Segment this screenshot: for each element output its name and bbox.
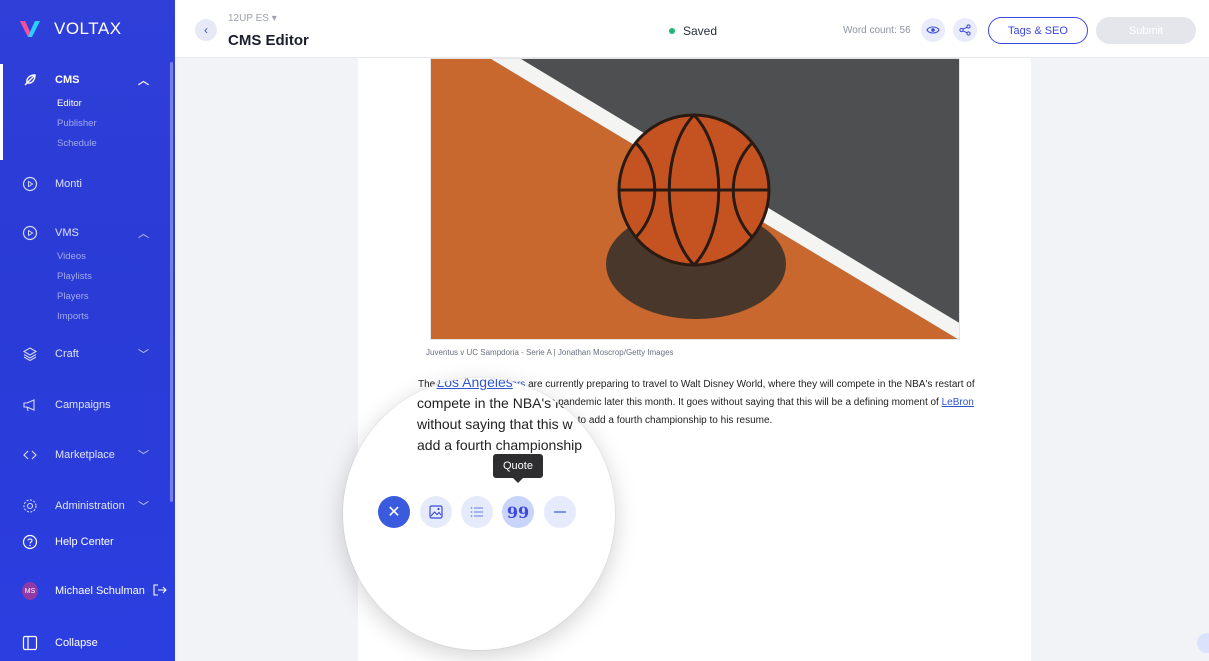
avatar-initials: MS — [22, 582, 38, 600]
image-caption[interactable]: Juventus v UC Sampdoria - Serie A | Jona… — [426, 348, 674, 357]
link-los-angeles-lakers[interactable]: Los Angeles — [436, 378, 512, 390]
sidebar-collapse-icon — [22, 635, 38, 651]
magnified-text: add a fourth championship — [417, 437, 582, 453]
sidebar-subitem-players[interactable]: Players — [0, 287, 168, 307]
site-name: 12UP ES — [228, 13, 269, 24]
sidebar-item-campaigns[interactable]: Campaigns — [0, 391, 168, 419]
list-icon — [470, 507, 483, 517]
status-dot — [669, 28, 675, 34]
sidebar-item-monti[interactable]: Monti — [0, 170, 168, 198]
gear-icon — [22, 498, 38, 514]
megaphone-icon — [22, 397, 38, 413]
chevron-down-icon: ▾ — [271, 13, 277, 24]
submit-button[interactable]: Submit — [1096, 17, 1196, 44]
play-circle-icon — [22, 225, 38, 241]
topbar: ‹ 12UP ES ▾ CMS Editor Saved Word count:… — [175, 0, 1209, 58]
sidebar-item-label: Monti — [55, 178, 82, 190]
magnified-paragraph: ne Los Angeles compete in the NBA's re w… — [417, 378, 615, 456]
collapse-button[interactable]: Collapse — [0, 629, 168, 657]
magnified-text: ne — [417, 378, 437, 390]
sidebar-scrollbar[interactable] — [170, 62, 173, 502]
close-insert-button[interactable]: ✕ — [378, 496, 410, 528]
image-icon — [429, 505, 443, 519]
chevron-down-icon: ﹀ — [138, 450, 149, 462]
word-count: Word count: 56 — [843, 25, 911, 36]
sidebar-item-label: Marketplace — [55, 449, 115, 461]
sidebar-item-label: Administration — [55, 500, 125, 512]
quote-tooltip: Quote — [493, 454, 543, 483]
nav-section-administration: Administration ﹀ — [0, 492, 168, 520]
site-selector[interactable]: 12UP ES ▾ — [228, 13, 277, 24]
sidebar-subitem-imports[interactable]: Imports — [0, 307, 168, 327]
sidebar-item-label: CMS — [55, 74, 80, 86]
brand[interactable]: VOLTAX — [0, 0, 175, 58]
sidebar: VOLTAX CMS ︿ Editor Publisher Schedule M… — [0, 0, 175, 661]
magnified-text: compete in the NBA's re — [417, 395, 568, 411]
chevron-left-icon: ‹ — [204, 23, 208, 37]
nav-section-campaigns: Campaigns — [0, 391, 168, 419]
help-fab-button[interactable] — [1197, 633, 1209, 653]
back-button[interactable]: ‹ — [195, 19, 217, 41]
avatar: MS — [22, 582, 38, 600]
sidebar-subitem-publisher[interactable]: Publisher — [0, 114, 168, 134]
insert-quote-button[interactable]: 99 — [502, 496, 534, 528]
magnified-text: without saying that this w — [417, 416, 573, 432]
nav-section-craft: Craft ﹀ — [0, 340, 168, 368]
brand-name: VOLTAX — [54, 19, 122, 38]
nav-section-marketplace: Marketplace ﹀ — [0, 441, 168, 469]
sidebar-item-vms[interactable]: VMS ︿ — [0, 219, 168, 247]
logout-icon[interactable] — [153, 583, 167, 599]
play-circle-icon — [22, 176, 38, 192]
sidebar-item-help-center[interactable]: Help Center — [0, 528, 168, 556]
sidebar-item-marketplace[interactable]: Marketplace ﹀ — [0, 441, 168, 469]
share-icon — [959, 24, 971, 36]
chevron-up-icon: ︿ — [138, 75, 149, 87]
basketball-image — [431, 59, 959, 339]
sidebar-subitem-videos[interactable]: Videos — [0, 247, 168, 267]
sidebar-item-label: Campaigns — [55, 399, 111, 411]
save-status: Saved — [669, 24, 717, 38]
chevron-up-icon: ︿ — [138, 228, 149, 240]
sidebar-subitem-schedule[interactable]: Schedule — [0, 134, 168, 154]
page-title: CMS Editor — [228, 32, 309, 49]
nav-section-user: MS Michael Schulman — [0, 577, 168, 605]
eye-icon — [926, 26, 940, 34]
voltax-logo-icon — [20, 21, 40, 37]
sidebar-subitem-editor[interactable]: Editor — [0, 94, 168, 114]
divider-icon — [554, 511, 566, 513]
nav-section-cms: CMS ︿ Editor Publisher Schedule — [0, 66, 168, 154]
sidebar-item-label: Help Center — [55, 536, 114, 548]
sidebar-item-user[interactable]: MS Michael Schulman — [0, 577, 168, 605]
sidebar-item-label: Collapse — [55, 637, 98, 649]
sidebar-subitem-playlists[interactable]: Playlists — [0, 267, 168, 287]
nav-section-vms: VMS ︿ Videos Playlists Players Imports — [0, 219, 168, 327]
sidebar-item-administration[interactable]: Administration ﹀ — [0, 492, 168, 520]
feather-icon — [22, 72, 38, 88]
insert-list-button[interactable] — [461, 496, 493, 528]
nav-section-monti: Monti — [0, 170, 168, 198]
nav-section-help: Help Center — [0, 528, 168, 556]
sidebar-item-label: Craft — [55, 348, 79, 360]
sidebar-item-label: VMS — [55, 227, 79, 239]
chevron-down-icon: ﹀ — [138, 501, 149, 513]
preview-button[interactable] — [921, 18, 945, 42]
magnifier-callout: ne Los Angeles compete in the NBA's re w… — [343, 378, 615, 650]
share-button[interactable] — [953, 18, 977, 42]
code-icon — [22, 447, 38, 463]
article-hero-image[interactable] — [430, 58, 960, 340]
tags-seo-button[interactable]: Tags & SEO — [988, 17, 1088, 44]
nav-section-collapse: Collapse — [0, 629, 168, 657]
quote-icon: 99 — [506, 502, 530, 522]
insert-divider-button[interactable] — [544, 496, 576, 528]
insert-image-button[interactable] — [420, 496, 452, 528]
close-icon: ✕ — [387, 504, 401, 521]
save-status-label: Saved — [683, 24, 718, 38]
help-icon — [22, 534, 38, 550]
chevron-down-icon: ﹀ — [138, 349, 149, 361]
sidebar-item-cms[interactable]: CMS ︿ — [0, 66, 168, 94]
user-name: Michael Schulman — [55, 585, 145, 597]
sidebar-item-craft[interactable]: Craft ﹀ — [0, 340, 168, 368]
layers-icon — [22, 346, 38, 362]
